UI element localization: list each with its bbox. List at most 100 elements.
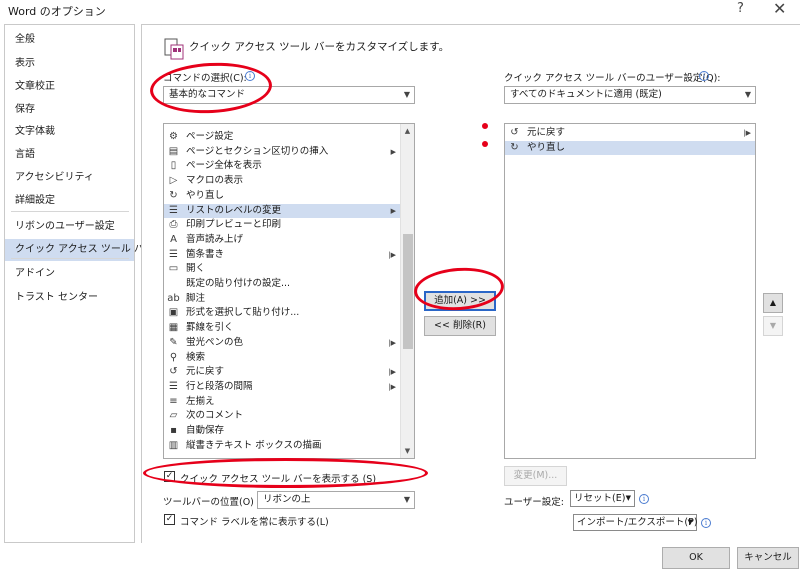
chevron-down-icon: ▼ — [744, 90, 751, 99]
move-up-button[interactable]: ▲ — [763, 293, 783, 313]
list-item[interactable]: ↺ 元に戻す |▶ — [164, 365, 400, 380]
list-item[interactable]: ▪ 自動保存 — [164, 424, 400, 439]
sidebar-item[interactable]: 表示 — [5, 53, 134, 75]
paste-special-icon: ▣ — [168, 307, 179, 319]
list-item-label: 罫線を引く — [186, 322, 234, 334]
list-item[interactable]: ✎ 蛍光ペンの色 |▶ — [164, 336, 400, 351]
info-icon[interactable]: i — [639, 494, 649, 504]
list-item[interactable]: ↻ やり直し — [505, 140, 755, 156]
toolbar-position-dropdown[interactable]: リボンの上 ▼ — [257, 491, 415, 509]
list-item-label: 検索 — [186, 351, 206, 363]
list-item[interactable]: ▤ ページとセクション区切りの挿入 ▶ — [164, 145, 400, 160]
list-item-label: 箇条書き — [186, 248, 225, 260]
list-item[interactable]: ☰ 行と段落の間隔 |▶ — [164, 380, 400, 395]
submenu-arrow-icon: |▶ — [743, 129, 751, 137]
list-item[interactable]: ☰ 箇条書き |▶ — [164, 248, 400, 263]
modify-button[interactable]: 変更(M)... — [504, 466, 567, 486]
dialog-footer: OK キャンセル — [0, 543, 800, 575]
toolbar-position-value: リボンの上 — [263, 494, 311, 505]
show-qat-label[interactable]: クイック アクセス ツール バーを表示する (S) — [180, 471, 376, 485]
sidebar-item[interactable]: 詳細設定 — [5, 190, 134, 212]
list-item-label: リストのレベルの変更 — [186, 204, 282, 216]
list-item[interactable]: ⚙ ページ設定 — [164, 130, 400, 145]
commands-dropdown[interactable]: 基本的なコマンド ▼ — [163, 86, 415, 104]
move-down-button[interactable]: ▼ — [763, 316, 783, 336]
sidebar-item[interactable]: 全般 — [5, 29, 134, 51]
annotation-dot-undo — [482, 123, 488, 129]
commands-list[interactable]: ▲ ▼ ⚙ ページ設定 ▤ ページとセクション区切りの挿入 ▶ ▯ ページ全体を表示 ▷ マクロ… — [163, 123, 415, 459]
import-export-label: インポート/エクスポート(P) — [577, 517, 698, 528]
always-labels-checkbox[interactable]: ✓ — [164, 514, 175, 525]
list-item[interactable]: A 音声読み上げ — [164, 233, 400, 248]
show-qat-checkbox[interactable]: ✓ — [164, 471, 175, 482]
list-item-label: 蛍光ペンの色 — [186, 336, 244, 348]
always-labels-label[interactable]: コマンド ラベルを常に表示する(L) — [180, 514, 329, 528]
sidebar-item[interactable]: アクセシビリティ — [5, 167, 134, 189]
ok-button[interactable]: OK — [662, 547, 730, 569]
info-icon[interactable]: i — [245, 71, 255, 81]
list-item[interactable]: ▯ ページ全体を表示 — [164, 159, 400, 174]
help-icon[interactable]: ? — [737, 1, 744, 16]
caret-down-icon: ▼ — [687, 518, 693, 526]
scroll-down-icon[interactable]: ▼ — [401, 444, 414, 458]
sidebar-item[interactable]: 言語 — [5, 144, 134, 166]
cancel-button[interactable]: キャンセル — [737, 547, 799, 569]
info-icon[interactable]: i — [701, 518, 711, 528]
list-item[interactable]: ▷ マクロの表示 — [164, 174, 400, 189]
sidebar-item[interactable]: トラスト センター — [5, 287, 134, 309]
list-item[interactable]: ▦ 罫線を引く — [164, 321, 400, 336]
submenu-arrow-icon: |▶ — [388, 338, 396, 347]
qat-customize-icon — [162, 37, 186, 61]
one-page-icon: ▯ — [170, 160, 177, 172]
submenu-arrow-icon: |▶ — [388, 382, 396, 391]
submenu-arrow-icon: |▶ — [388, 250, 396, 259]
search-icon: ⚲ — [169, 351, 178, 363]
info-icon[interactable]: i — [699, 71, 709, 81]
reset-label: リセット(E) — [574, 493, 626, 504]
scrollbar-thumb[interactable] — [403, 234, 413, 349]
undo-icon: ↺ — [510, 127, 519, 138]
sidebar-item[interactable]: アドイン — [5, 263, 134, 285]
list-item[interactable]: ≡ 左揃え — [164, 395, 400, 410]
undo-icon: ↺ — [169, 366, 178, 378]
scroll-up-icon[interactable]: ▲ — [401, 124, 414, 138]
list-item[interactable]: ▥ 縦書きテキスト ボックスの描画 — [164, 439, 400, 454]
list-item-label: 縦書きテキスト ボックスの描画 — [186, 439, 322, 451]
draw-table-icon: ▦ — [168, 322, 179, 334]
sidebar-item[interactable]: リボンのユーザー設定 — [5, 216, 134, 238]
list-item-label: マクロの表示 — [186, 175, 244, 187]
reset-dropdown[interactable]: リセット(E) ▼ — [570, 490, 635, 507]
import-export-dropdown[interactable]: インポート/エクスポート(P) ▼ — [573, 514, 698, 531]
macro-play-icon: ▷ — [169, 175, 178, 187]
sidebar-item[interactable]: 文字体裁 — [5, 121, 134, 143]
close-icon[interactable]: ✕ — [773, 0, 786, 18]
list-item[interactable]: ⚲ 検索 — [164, 351, 400, 366]
commands-list-scrollbar[interactable]: ▲ ▼ — [400, 124, 414, 458]
list-item[interactable]: 既定の貼り付けの設定... — [164, 277, 400, 292]
sidebar-item[interactable]: 文章校正 — [5, 76, 134, 98]
list-item-label: ページ全体を表示 — [186, 160, 262, 172]
title-bar: Word のオプション ? ✕ — [0, 0, 800, 22]
list-item[interactable]: ab 脚注 — [164, 292, 400, 307]
qat-settings-dropdown[interactable]: すべてのドキュメントに適用 (既定) ▼ — [504, 86, 756, 104]
add-button[interactable]: 追加(A) >> — [424, 291, 496, 311]
list-item-label: 行と段落の間隔 — [186, 380, 253, 392]
list-item-label: やり直し — [527, 141, 566, 153]
list-item[interactable]: ▭ 開く — [164, 262, 400, 277]
sidebar-divider — [11, 258, 129, 259]
submenu-arrow-icon: |▶ — [388, 368, 396, 377]
commands-dropdown-value: 基本的なコマンド — [169, 89, 246, 100]
remove-button[interactable]: << 削除(R) — [424, 316, 496, 336]
list-item-label: 脚注 — [186, 292, 206, 304]
list-item[interactable]: ↻ やり直し — [164, 189, 400, 204]
list-item[interactable]: ☰ リストのレベルの変更 ▶ — [164, 203, 400, 218]
list-item-label: ページ設定 — [186, 131, 234, 142]
list-item[interactable]: ▣ 形式を選択して貼り付け... — [164, 306, 400, 321]
sidebar-item[interactable]: 保存 — [5, 99, 134, 121]
qat-settings-dropdown-value: すべてのドキュメントに適用 (既定) — [510, 89, 662, 100]
qat-list[interactable]: ↺ 元に戻す |▶ ↻ やり直し — [504, 123, 756, 459]
list-item[interactable]: ↺ 元に戻す |▶ — [505, 126, 755, 141]
page-break-icon: ▤ — [168, 145, 179, 157]
list-item[interactable]: ▱ 次のコメント — [164, 409, 400, 424]
list-item[interactable]: ⎙ 印刷プレビューと印刷 — [164, 218, 400, 233]
